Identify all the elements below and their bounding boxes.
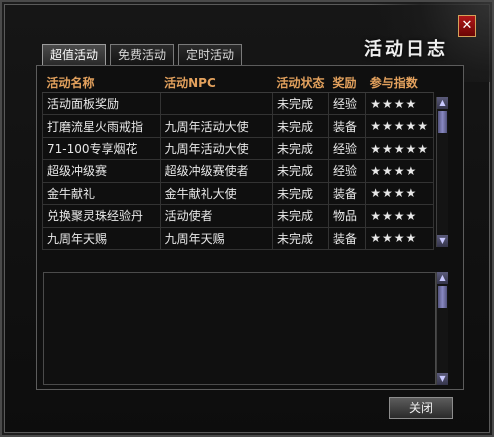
- table-row[interactable]: 兑换聚灵珠经验丹 活动使者 未完成 物品 ★★★★: [42, 204, 434, 228]
- window-title: 活动日志: [364, 39, 448, 60]
- activity-reward: 装备: [327, 181, 367, 206]
- scroll-up-icon[interactable]: ▲: [437, 97, 448, 109]
- activity-status: 未完成: [271, 91, 329, 116]
- table-row[interactable]: 活动面板奖励 未完成 经验 ★★★★: [42, 91, 434, 116]
- activity-log-window: ✕ 活动日志 超值活动 免费活动 定时活动 活动名称 活动NPC 活动状态 奖励…: [0, 0, 494, 437]
- tab-timed-activities[interactable]: 定时活动: [178, 44, 243, 65]
- column-activity-status: 活动状态: [272, 72, 329, 93]
- activity-description-box: [43, 272, 436, 385]
- activity-reward: 经验: [327, 136, 367, 161]
- scroll-thumb[interactable]: [438, 111, 447, 133]
- activity-name: 金牛献礼: [42, 181, 161, 206]
- table-row[interactable]: 九周年天赐 九周年天赐 未完成 装备 ★★★★: [42, 226, 434, 251]
- activity-status: 未完成: [271, 181, 329, 206]
- table-row[interactable]: 金牛献礼 金牛献礼大使 未完成 装备 ★★★★: [42, 181, 434, 206]
- close-icon[interactable]: ✕: [458, 15, 476, 37]
- tab-free-activities[interactable]: 免费活动: [110, 44, 175, 65]
- table-scrollbar[interactable]: ▲ ▼: [436, 97, 448, 247]
- activity-reward: 物品: [327, 204, 367, 228]
- activity-npc: 九周年活动大使: [159, 136, 273, 161]
- activity-table: 活动名称 活动NPC 活动状态 奖励 参与指数 活动面板奖励 未完成 经验 ★★…: [42, 72, 434, 251]
- scroll-down-icon[interactable]: ▼: [437, 373, 448, 385]
- table-row[interactable]: 打磨流星火雨戒指 九周年活动大使 未完成 装备 ★★★★★: [42, 114, 434, 138]
- participation-stars: ★★★★: [365, 181, 434, 206]
- description-scrollbar[interactable]: ▲ ▼: [436, 272, 448, 385]
- column-reward: 奖励: [328, 72, 366, 93]
- activity-status: 未完成: [271, 159, 329, 183]
- activity-reward: 经验: [327, 159, 367, 183]
- activity-name: 兑换聚灵珠经验丹: [42, 204, 161, 228]
- activity-name: 活动面板奖励: [42, 91, 161, 116]
- column-activity-npc: 活动NPC: [160, 72, 273, 93]
- activity-reward: 装备: [327, 226, 367, 251]
- activity-reward: 经验: [327, 91, 367, 116]
- participation-stars: ★★★★★: [365, 136, 434, 161]
- participation-stars: ★★★★: [365, 159, 434, 183]
- participation-stars: ★★★★: [365, 204, 434, 228]
- scroll-up-icon[interactable]: ▲: [437, 272, 448, 284]
- activity-npc: 活动使者: [159, 204, 273, 228]
- activity-status: 未完成: [271, 226, 329, 251]
- activity-name: 打磨流星火雨戒指: [42, 114, 161, 138]
- activity-npc: 金牛献礼大使: [159, 181, 273, 206]
- participation-stars: ★★★★: [365, 91, 434, 116]
- activity-npc: 超级冲级赛使者: [159, 159, 273, 183]
- scroll-thumb[interactable]: [438, 286, 447, 308]
- tab-bar: 超值活动 免费活动 定时活动: [42, 44, 243, 66]
- activity-npc: 九周年天赐: [159, 226, 273, 251]
- participation-stars: ★★★★★: [365, 114, 434, 138]
- close-button[interactable]: 关闭: [389, 397, 453, 419]
- activity-name: 超级冲级赛: [42, 159, 161, 183]
- column-activity-name: 活动名称: [42, 72, 161, 93]
- activity-status: 未完成: [271, 136, 329, 161]
- tab-premium-activities[interactable]: 超值活动: [42, 44, 107, 65]
- activity-status: 未完成: [271, 114, 329, 138]
- table-header-row: 活动名称 活动NPC 活动状态 奖励 参与指数: [42, 72, 434, 93]
- activity-name: 71-100专享烟花: [42, 136, 161, 161]
- column-participation-index: 参与指数: [365, 72, 434, 93]
- activity-status: 未完成: [271, 204, 329, 228]
- activity-npc: [159, 91, 273, 116]
- activity-name: 九周年天赐: [42, 226, 161, 251]
- participation-stars: ★★★★: [365, 226, 434, 251]
- activity-reward: 装备: [327, 114, 367, 138]
- table-row[interactable]: 71-100专享烟花 九周年活动大使 未完成 经验 ★★★★★: [42, 136, 434, 161]
- activity-npc: 九周年活动大使: [159, 114, 273, 138]
- table-row[interactable]: 超级冲级赛 超级冲级赛使者 未完成 经验 ★★★★: [42, 159, 434, 183]
- scroll-down-icon[interactable]: ▼: [437, 235, 448, 247]
